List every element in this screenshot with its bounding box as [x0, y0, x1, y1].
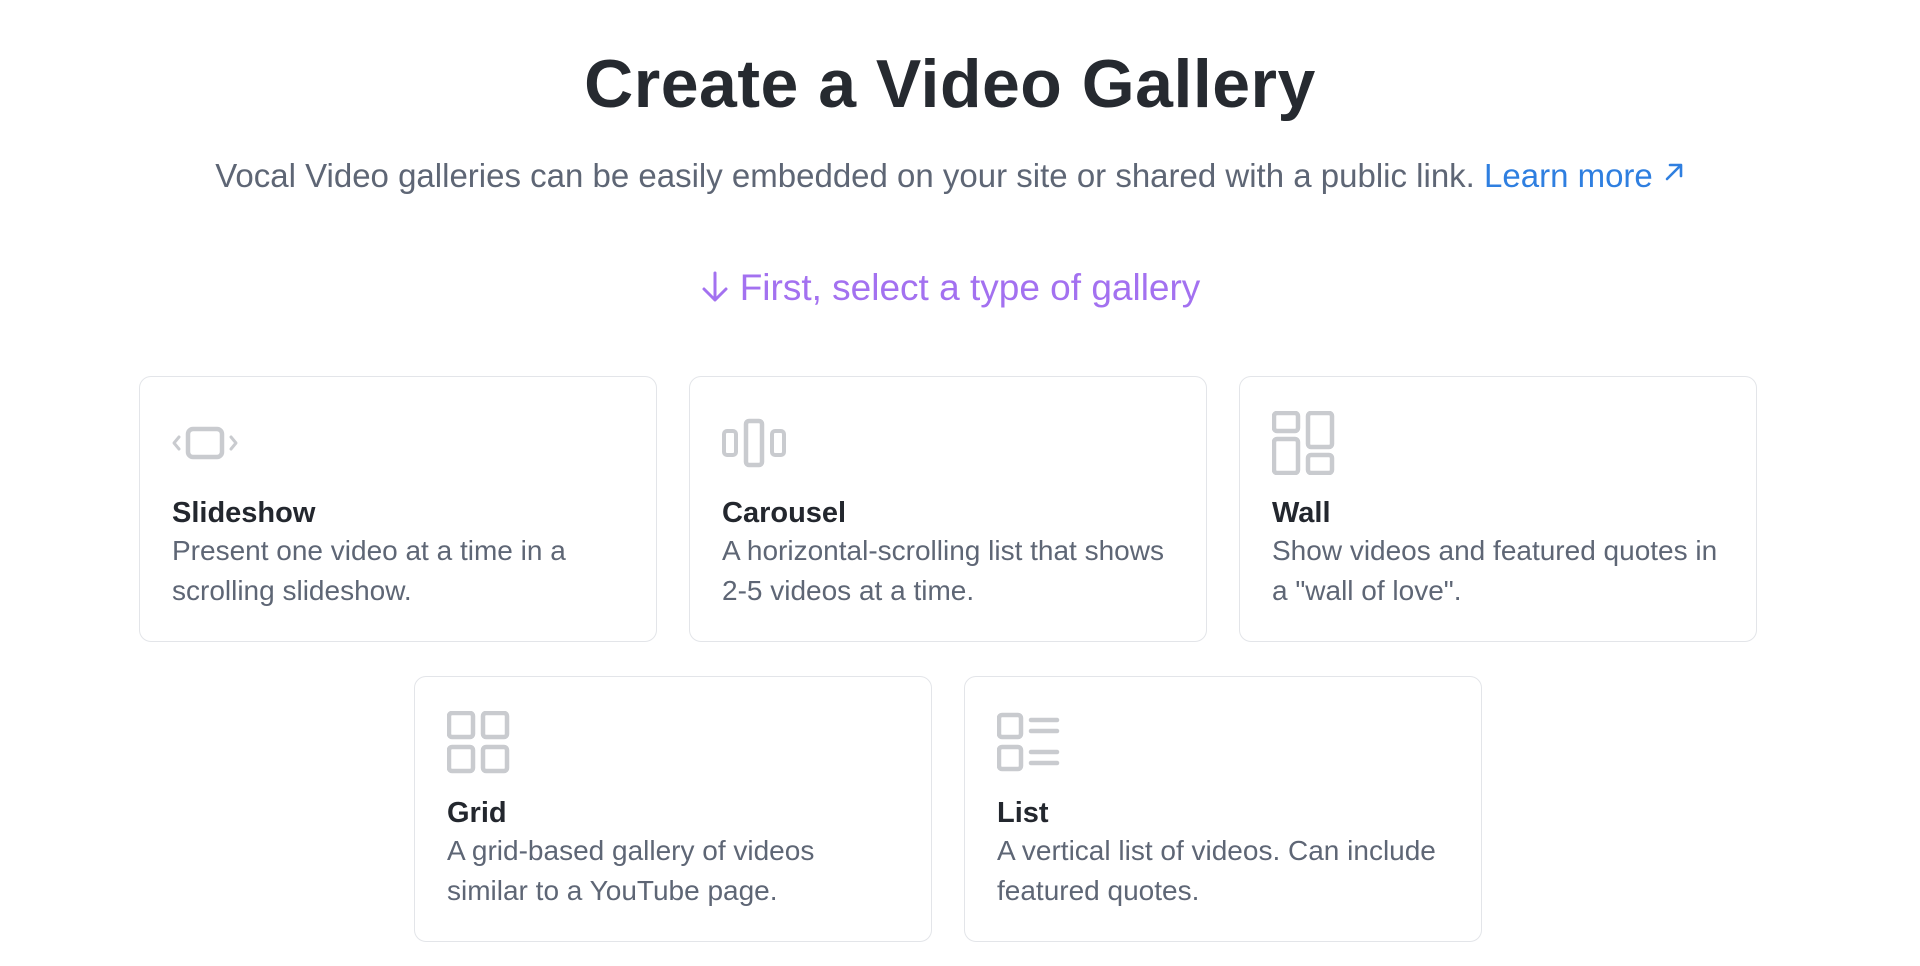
external-link-icon: [1665, 163, 1683, 181]
gallery-option-wall[interactable]: Wall Show videos and featured quotes in …: [1239, 376, 1757, 642]
carousel-icon: [722, 418, 786, 468]
card-description: A grid-based gallery of videos similar t…: [447, 835, 815, 906]
gallery-option-list[interactable]: List A vertical list of videos. Can incl…: [964, 676, 1482, 942]
arrow-down-icon: [702, 271, 728, 302]
learn-more-link[interactable]: Learn more: [1484, 157, 1685, 194]
learn-more-label: Learn more: [1484, 157, 1653, 194]
list-icon: [997, 712, 1060, 772]
prompt-text: First, select a type of gallery: [739, 267, 1201, 308]
gallery-option-carousel[interactable]: Carousel A horizontal-scrolling list tha…: [689, 376, 1207, 642]
card-description: Show videos and featured quotes in a "wa…: [1272, 535, 1718, 606]
slideshow-icon: [172, 426, 238, 460]
card-title: Grid: [447, 797, 507, 829]
page-title: Create a Video Gallery: [584, 46, 1316, 122]
wall-icon: [1272, 411, 1335, 475]
card-description: Present one video at a time in a scrolli…: [172, 535, 566, 606]
card-title: List: [997, 797, 1049, 829]
card-title: Carousel: [722, 497, 847, 529]
page-subtitle: Vocal Video galleries can be easily embe…: [0, 154, 1900, 198]
subtitle-text: Vocal Video galleries can be easily embe…: [215, 157, 1475, 194]
grid-icon: [447, 711, 510, 774]
gallery-option-grid[interactable]: Grid A grid-based gallery of videos simi…: [414, 676, 932, 942]
card-title: Slideshow: [172, 497, 316, 529]
gallery-type-prompt: First, select a type of gallery: [0, 263, 1900, 313]
card-title: Wall: [1272, 497, 1331, 529]
card-description: A vertical list of videos. Can include f…: [997, 835, 1436, 906]
card-description: A horizontal-scrolling list that shows 2…: [722, 535, 1164, 606]
gallery-option-slideshow[interactable]: Slideshow Present one video at a time in…: [139, 376, 657, 642]
